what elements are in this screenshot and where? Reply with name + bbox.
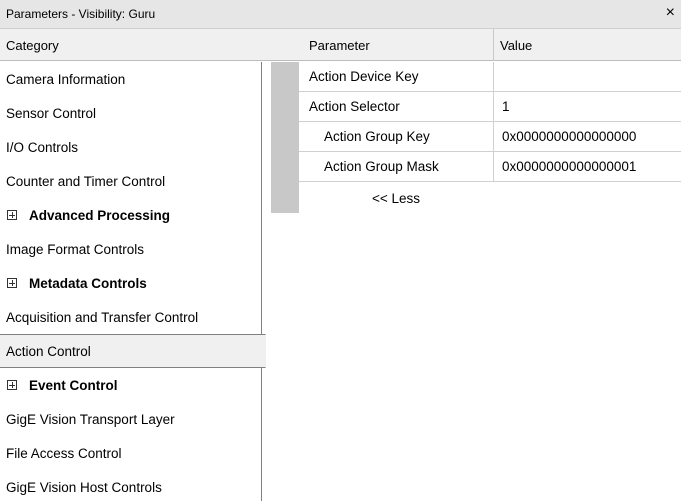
parameter-row-action-group-key[interactable]: Action Group Key 0x0000000000000000 (299, 122, 681, 152)
column-divider (493, 92, 494, 122)
parameter-name: Action Group Mask (324, 159, 439, 174)
column-divider (493, 152, 494, 182)
header-parameter[interactable]: Parameter (309, 38, 370, 53)
row-gutter (271, 62, 299, 213)
parameter-row-action-device-key[interactable]: Action Device Key (299, 62, 681, 92)
expand-plus-icon[interactable] (7, 380, 17, 390)
parameter-name: Action Selector (309, 99, 400, 114)
category-item-advanced-processing[interactable]: Advanced Processing (0, 198, 262, 232)
category-item-counter-timer-control[interactable]: Counter and Timer Control (0, 164, 262, 198)
header-category[interactable]: Category (6, 38, 59, 53)
category-label: Metadata Controls (29, 275, 147, 291)
column-divider (493, 122, 494, 152)
title-bar: Parameters - Visibility: Guru × (0, 0, 681, 29)
category-label: Acquisition and Transfer Control (6, 309, 199, 325)
category-list: Camera Information Sensor Control I/O Co… (0, 62, 266, 501)
category-item-file-access-control[interactable]: File Access Control (0, 436, 262, 470)
parameter-name: Action Device Key (309, 69, 419, 84)
parameter-name: Action Group Key (324, 129, 430, 144)
header-divider[interactable] (493, 29, 494, 61)
category-item-gige-vision-host-controls[interactable]: GigE Vision Host Controls (0, 470, 262, 501)
category-item-image-format-controls[interactable]: Image Format Controls (0, 232, 262, 266)
parameter-row-action-selector[interactable]: Action Selector 1 (299, 92, 681, 122)
category-label: GigE Vision Transport Layer (6, 411, 175, 427)
column-divider (493, 62, 494, 92)
parameter-value[interactable]: 0x0000000000000001 (502, 159, 636, 174)
category-label: Sensor Control (6, 105, 97, 121)
category-label: Counter and Timer Control (6, 173, 166, 189)
parameter-value[interactable]: 1 (502, 99, 510, 114)
expand-plus-icon[interactable] (7, 210, 17, 220)
less-link[interactable]: << Less (372, 191, 420, 206)
category-label: I/O Controls (6, 139, 79, 155)
expand-plus-icon[interactable] (7, 278, 17, 288)
category-label: Action Control (6, 343, 91, 359)
category-label: Image Format Controls (6, 241, 145, 257)
category-item-metadata-controls[interactable]: Metadata Controls (0, 266, 262, 300)
window-title: Parameters - Visibility: Guru (6, 7, 156, 21)
category-label: Camera Information (6, 71, 126, 87)
category-item-action-control[interactable]: Action Control (0, 334, 266, 368)
category-item-event-control[interactable]: Event Control (0, 368, 262, 402)
parameter-value[interactable]: 0x0000000000000000 (502, 129, 636, 144)
category-item-camera-information[interactable]: Camera Information (0, 62, 262, 96)
category-label: File Access Control (6, 445, 122, 461)
category-label: Advanced Processing (29, 207, 171, 223)
category-item-gige-vision-transport-layer[interactable]: GigE Vision Transport Layer (0, 402, 262, 436)
parameter-row-action-group-mask[interactable]: Action Group Mask 0x0000000000000001 (299, 152, 681, 182)
category-item-acquisition-transfer-control[interactable]: Acquisition and Transfer Control (0, 300, 262, 334)
category-item-sensor-control[interactable]: Sensor Control (0, 96, 262, 130)
category-label: Event Control (29, 377, 118, 393)
category-item-io-controls[interactable]: I/O Controls (0, 130, 262, 164)
category-label: GigE Vision Host Controls (6, 479, 162, 495)
column-header-row: Category Parameter Value (0, 29, 681, 61)
header-value[interactable]: Value (500, 38, 532, 53)
close-icon[interactable]: × (666, 4, 675, 22)
